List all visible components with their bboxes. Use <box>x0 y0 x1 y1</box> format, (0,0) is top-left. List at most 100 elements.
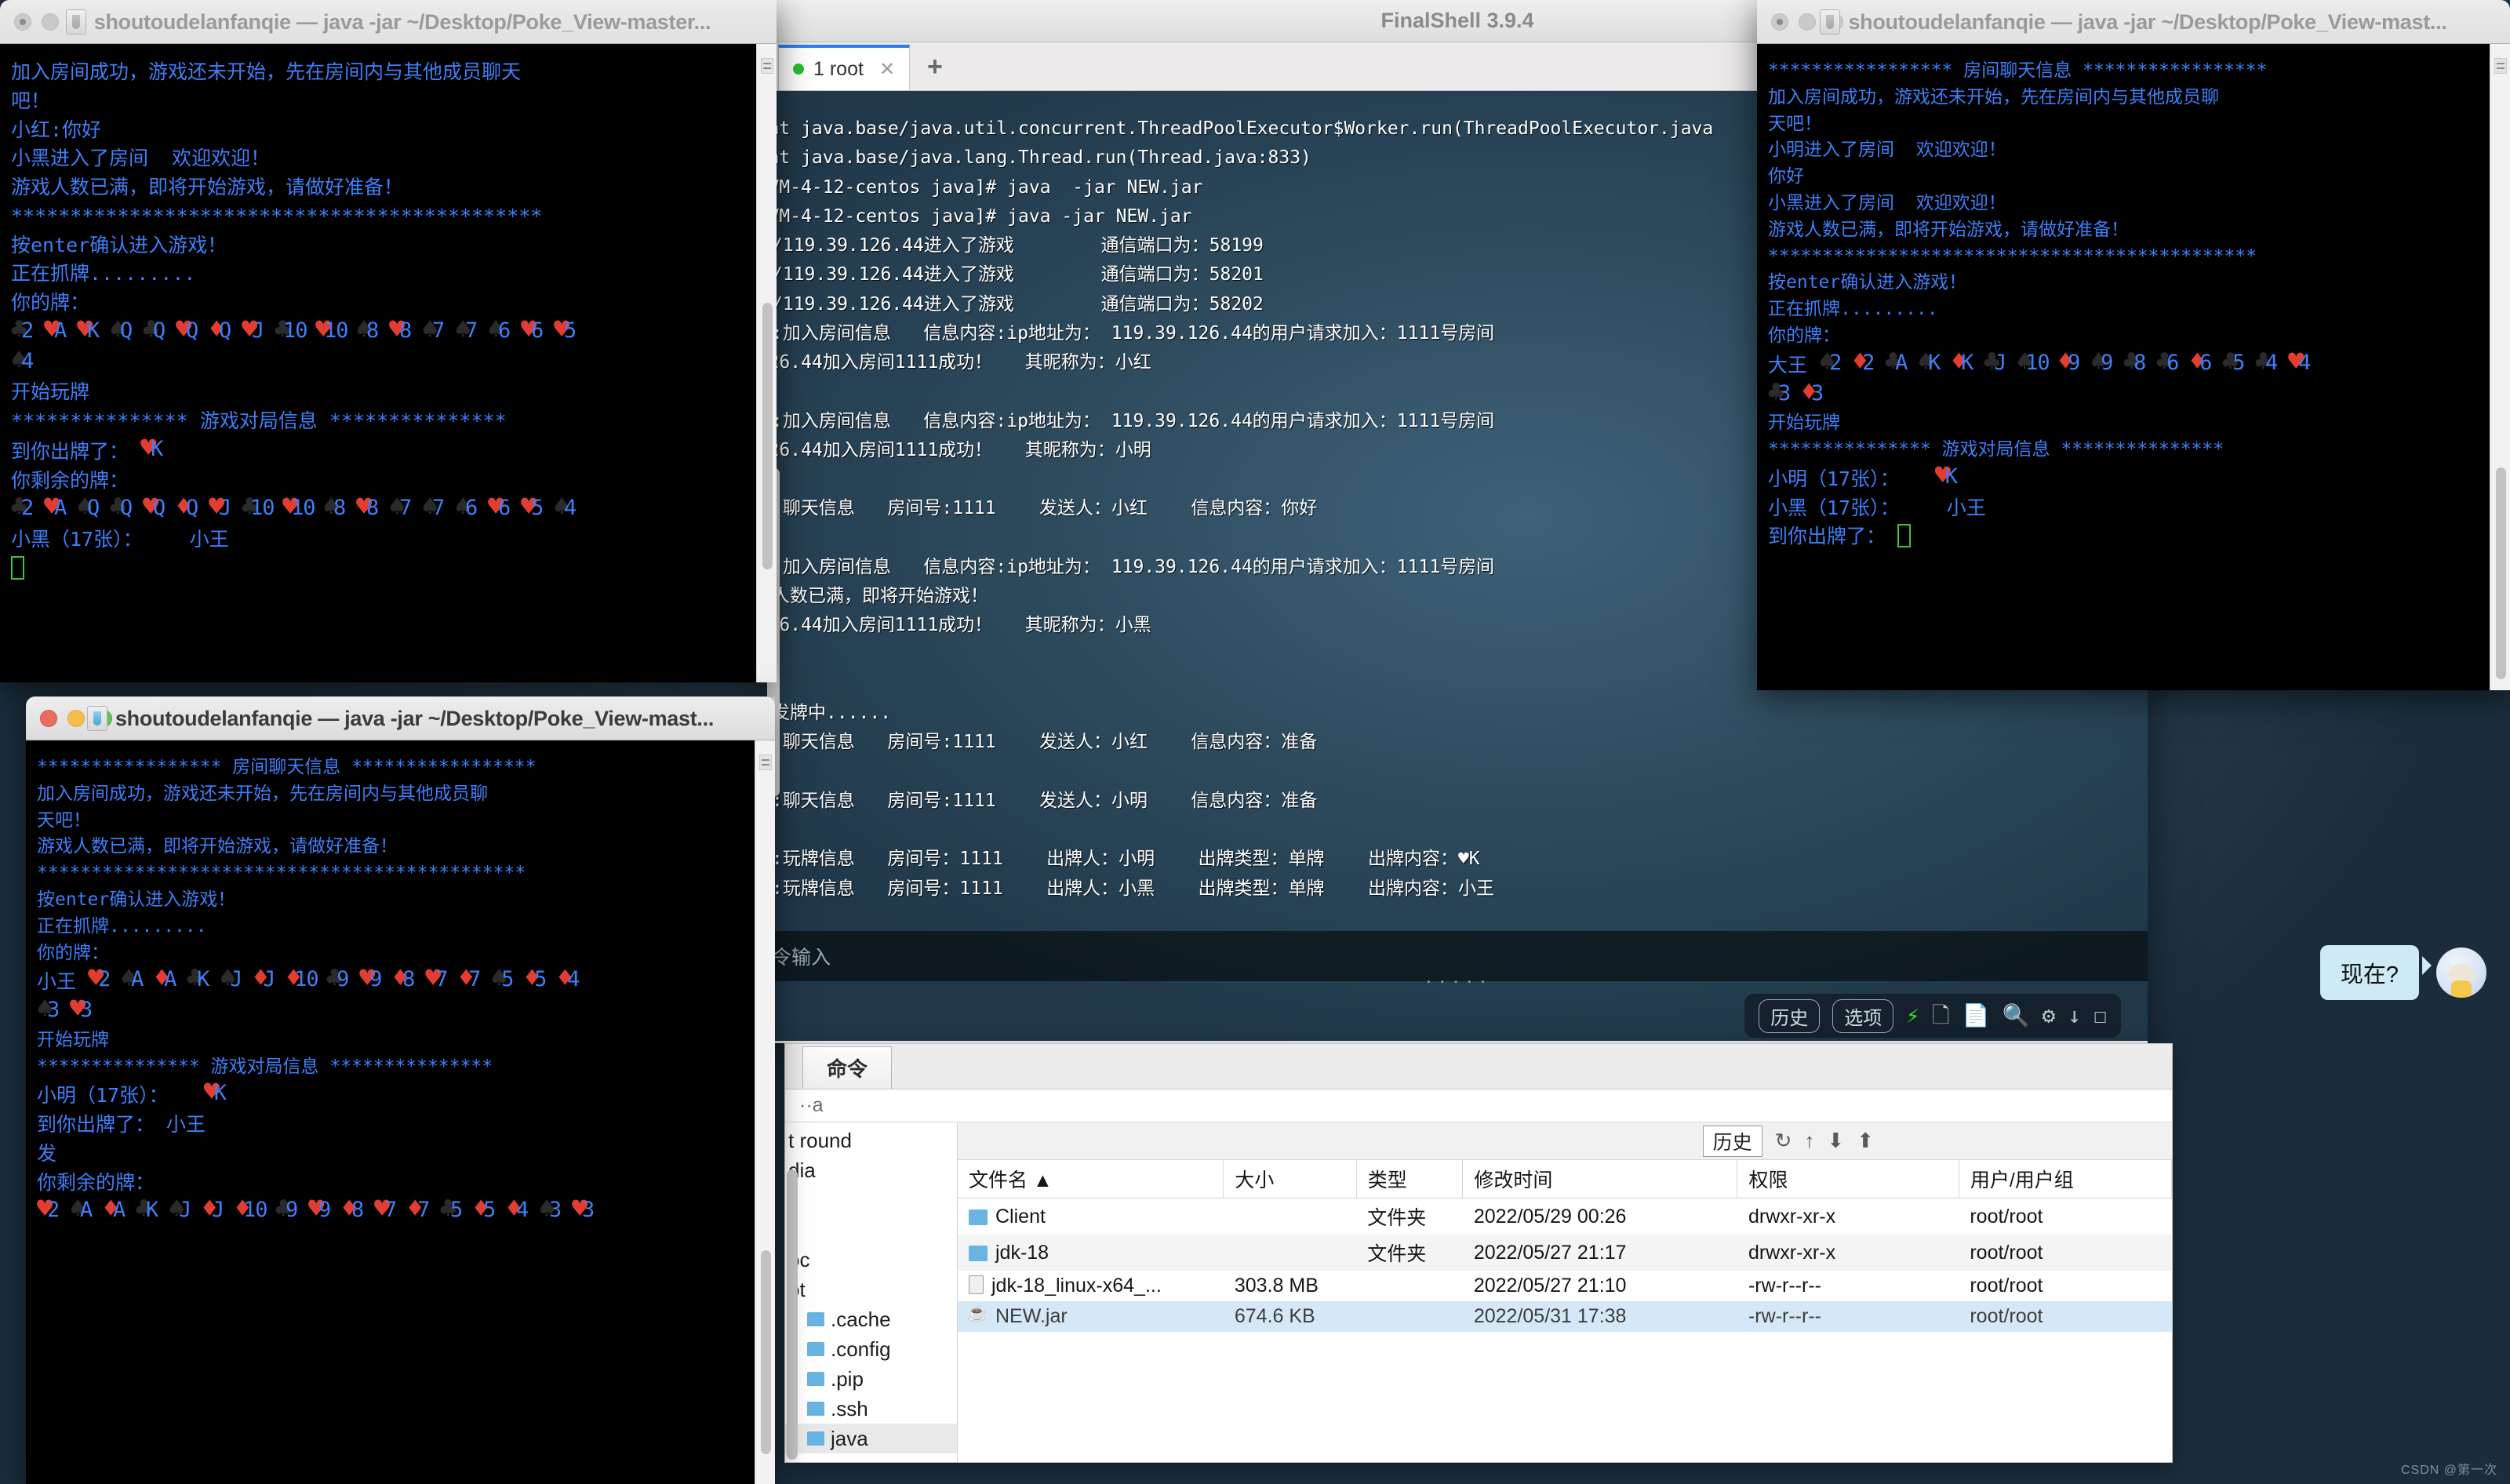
table-row[interactable]: jdk-18 文件夹 2022/05/27 21:17 drwxr-xr-x root/… <box>958 1235 2172 1271</box>
tree-item[interactable]: java <box>785 1424 957 1453</box>
history-button[interactable]: 历史 <box>1759 998 1821 1033</box>
close-icon[interactable] <box>1771 13 1788 31</box>
new-tab-button[interactable]: + <box>927 52 943 82</box>
search-icon[interactable]: 🔍 <box>2003 1005 2030 1027</box>
tab-1-root[interactable]: 1 root ✕ <box>778 45 911 90</box>
options-button[interactable]: 选项 <box>1832 998 1894 1033</box>
scrollbar-track[interactable] <box>756 44 777 682</box>
card-rank: 6 <box>465 496 478 521</box>
copy-icon[interactable]: 🗋 <box>1932 1005 1950 1027</box>
tree-item[interactable]: t <box>785 1185 957 1215</box>
close-icon[interactable]: ✕ <box>879 58 895 81</box>
file-manager-panel[interactable]: 命令 ··a t rounddiattocot.cache.config.pip… <box>784 1043 2173 1463</box>
column-header[interactable]: 权限 <box>1737 1160 1959 1198</box>
close-icon[interactable] <box>40 709 57 727</box>
tree-item[interactable]: oc <box>785 1245 957 1275</box>
playing-card: ♠ 7 <box>422 316 455 344</box>
window-controls[interactable] <box>14 13 86 31</box>
playing-card: ♠ 7 <box>389 493 422 522</box>
minimize-icon[interactable] <box>67 709 85 727</box>
card-rank: 8 <box>333 496 347 521</box>
scroll-mode-icon[interactable] <box>2494 58 2507 74</box>
playing-card: ♦ 9 <box>2057 348 2090 376</box>
tree-item[interactable]: dia <box>785 1155 957 1185</box>
titlebar[interactable]: shoutoudelanfanqie — java -jar ~/Desktop… <box>26 697 775 740</box>
window-controls[interactable] <box>1771 13 1843 31</box>
minimize-icon[interactable] <box>42 13 59 31</box>
file-toolbar[interactable]: 历史 ↻ ↑ ⬇ ⬆ <box>958 1122 2172 1160</box>
scrollbar-thumb[interactable] <box>761 1250 771 1454</box>
command-input[interactable]: 令输入 <box>767 931 2148 981</box>
tree-item[interactable]: ot <box>785 1275 957 1304</box>
table-row[interactable]: jdk-18_linux-x64_... 303.8 MB 2022/05/27 2… <box>958 1271 2172 1301</box>
tree-item[interactable]: .config <box>785 1334 957 1364</box>
file-list-pane[interactable]: 历史 ↻ ↑ ⬇ ⬆ 文件名 ▲ 大小 类型 修改时间 权限 用户/用户组 Client 文… <box>958 1122 2173 1462</box>
maximize-icon[interactable] <box>69 13 86 31</box>
upload-arrow-icon[interactable]: ↑ <box>1804 1129 1814 1153</box>
scrollbar-track[interactable] <box>755 740 775 1484</box>
column-header[interactable]: 文件名 ▲ <box>958 1160 1224 1198</box>
minimize-icon[interactable] <box>1799 13 1816 31</box>
playing-card: ♣ J <box>1984 348 2017 376</box>
upload-file-icon[interactable]: ⬆ <box>1857 1129 1874 1153</box>
scroll-mode-icon[interactable] <box>761 58 773 74</box>
tree-item[interactable]: .ssh <box>785 1394 957 1424</box>
scroll-mode-icon[interactable] <box>759 755 772 770</box>
terminal-line: 游戏人数已满，即将开始游戏，请做好准备！ <box>11 176 404 198</box>
playing-card: ♥ 3 <box>572 1195 605 1224</box>
column-header[interactable]: 用户/用户组 <box>1959 1160 2173 1198</box>
scrollbar-thumb[interactable] <box>2496 467 2506 679</box>
tab-command[interactable]: 命令 <box>802 1046 893 1089</box>
file-table[interactable]: 文件名 ▲ 大小 类型 修改时间 权限 用户/用户组 Client 文件夹 2022/05/2… <box>958 1160 2173 1332</box>
column-header[interactable]: 类型 <box>1356 1160 1464 1198</box>
avatar <box>2436 948 2486 998</box>
download-icon[interactable]: ↓ <box>2068 1005 2081 1027</box>
table-row[interactable]: NEW.jar 674.6 KB 2022/05/31 17:38-rw-r--r-… <box>958 1301 2172 1332</box>
history-button[interactable]: 历史 <box>1702 1125 1762 1157</box>
column-header[interactable]: 修改时间 <box>1462 1160 1738 1198</box>
cell-size <box>1223 1235 1357 1271</box>
maximize-icon[interactable] <box>1826 13 1843 31</box>
terminal-line: 吧！ <box>11 89 51 112</box>
terminal-body[interactable]: ***************** 房间聊天信息 ***************… <box>26 740 775 1484</box>
terminal-body[interactable]: 加入房间成功，游戏还未开始，先在房间内与其他成员聊天 吧！ 小红:你好 小黑进入了房间… <box>0 44 777 682</box>
titlebar[interactable]: shoutoudelanfanqie — java -jar ~/Desktop… <box>0 0 777 44</box>
scrollbar-track[interactable] <box>2490 44 2510 690</box>
tree-scrollbar[interactable] <box>787 1169 798 1460</box>
file-manager-tabbar[interactable]: 命令 <box>785 1044 2172 1089</box>
terminal-window-top-left[interactable]: shoutoudelanfanqie — java -jar ~/Desktop… <box>0 0 777 682</box>
maximize-icon[interactable] <box>95 709 112 727</box>
close-icon[interactable] <box>14 13 31 31</box>
text-cursor[interactable] <box>1897 524 1912 548</box>
bolt-icon[interactable]: ⚡ <box>1906 1005 1919 1027</box>
download-file-icon[interactable]: ⬇ <box>1827 1129 1844 1153</box>
terminal-window-bottom-left[interactable]: shoutoudelanfanqie — java -jar ~/Desktop… <box>26 697 775 1484</box>
tree-item[interactable]: .cache <box>785 1304 957 1334</box>
scrollbar-thumb[interactable] <box>762 303 773 569</box>
window-controls[interactable] <box>40 709 112 727</box>
window-icon[interactable]: ☐ <box>2093 1005 2107 1027</box>
card-rank: A <box>113 1198 126 1223</box>
table-body[interactable]: Client 文件夹 2022/05/29 00:26 drwxr-xr-x root/… <box>958 1198 2172 1332</box>
terminal-line: ***************** 房间聊天信息 ***************… <box>1768 60 2268 81</box>
column-header[interactable]: 大小 <box>1223 1160 1357 1198</box>
table-header-row[interactable]: 文件名 ▲ 大小 类型 修改时间 权限 用户/用户组 <box>958 1160 2173 1198</box>
window-title-text: shoutoudelanfanqie — java -jar ~/Desktop… <box>115 706 715 730</box>
path-field[interactable]: ··a <box>785 1089 2172 1122</box>
terminal-window-top-right[interactable]: shoutoudelanfanqie — java -jar ~/Desktop… <box>1757 0 2510 690</box>
tree-item[interactable]: .pip <box>785 1364 957 1394</box>
tree-item[interactable]: t <box>785 1215 957 1245</box>
terminal-toolbar[interactable]: 历史 选项 ⚡ 🗋 📄 🔍 ⚙ ↓ ☐ <box>1744 994 2121 1038</box>
titlebar[interactable]: shoutoudelanfanqie — java -jar ~/Desktop… <box>1757 0 2510 44</box>
gear-icon[interactable]: ⚙ <box>2042 1005 2055 1027</box>
directory-tree[interactable]: t rounddiattocot.cache.config.pip.sshjav… <box>785 1122 958 1462</box>
card-rank: 6 <box>498 318 511 343</box>
card-rank: 8 <box>366 318 380 343</box>
table-row[interactable]: Client 文件夹 2022/05/29 00:26 drwxr-xr-x root/… <box>958 1198 2172 1235</box>
text-cursor[interactable] <box>11 555 24 580</box>
tree-item[interactable]: t round <box>785 1126 957 1155</box>
paste-icon[interactable]: 📄 <box>1963 1005 1990 1027</box>
terminal-body[interactable]: ***************** 房间聊天信息 ***************… <box>1757 44 2510 690</box>
finalshell-title: FinalShell 3.9.4 <box>1380 9 1534 32</box>
refresh-icon[interactable]: ↻ <box>1775 1129 1792 1153</box>
